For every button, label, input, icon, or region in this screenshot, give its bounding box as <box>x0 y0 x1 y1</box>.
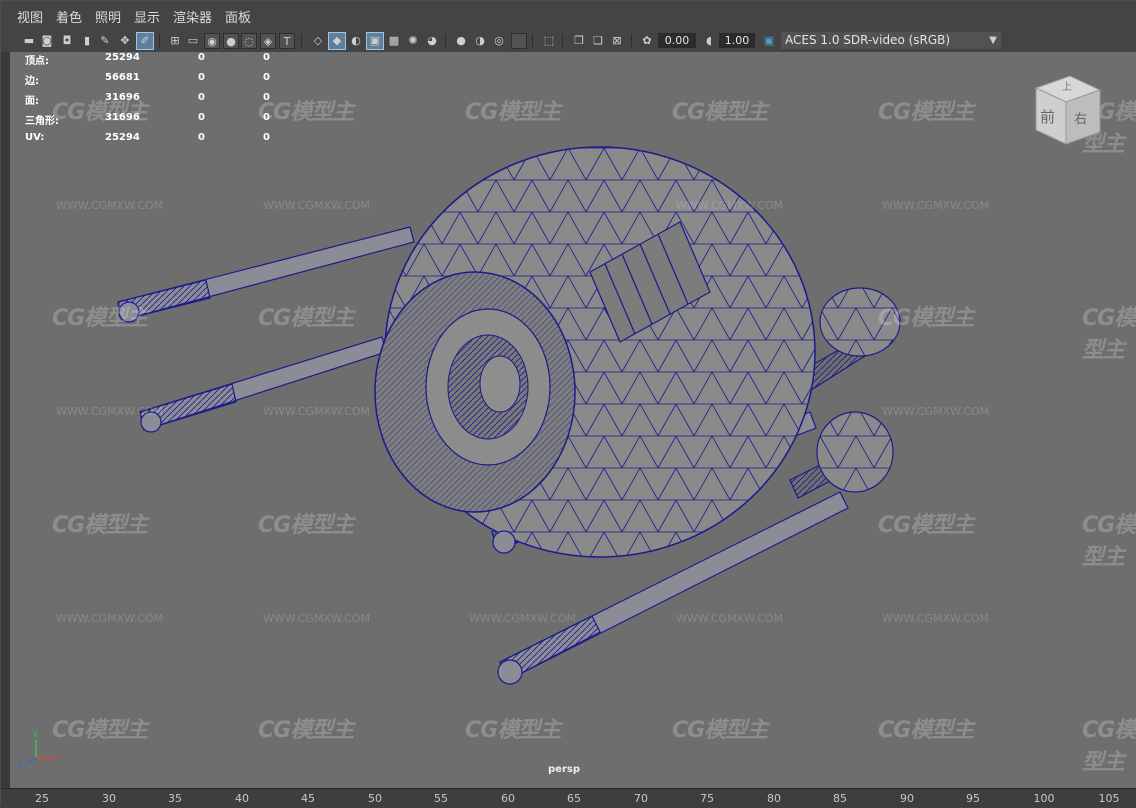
menu-view[interactable]: 视图 <box>17 7 43 26</box>
safe-action-icon[interactable]: ◈ <box>260 33 276 49</box>
perspective-viewport[interactable]: CG模型主 CG模型主 CG模型主 CG模型主 CG模型主 CG模型主 WWW.… <box>10 52 1136 788</box>
chevron-down-icon: ▼ <box>989 35 997 46</box>
textured-icon[interactable]: ◐ <box>348 33 364 49</box>
timeline-tick: 70 <box>634 792 648 805</box>
panel-toolbar: ▬ ◙ ◘ ▮ ✎ ✥ ✐ ⊞ ▭ ◉ ● ◌ ◈ T ◇ ◆ ◐ ▣ ▩ ✺ … <box>1 30 1136 53</box>
timeline-tick: 50 <box>368 792 382 805</box>
menu-shading[interactable]: 着色 <box>56 7 82 26</box>
timeline-tick: 60 <box>501 792 515 805</box>
timeline-ruler[interactable]: 25 30 35 40 45 50 55 60 65 70 75 80 85 9… <box>1 788 1136 808</box>
ambient-occlusion-icon[interactable]: ● <box>453 33 469 49</box>
timeline-tick: 45 <box>301 792 315 805</box>
timeline-tick: 105 <box>1098 792 1120 805</box>
exposure-field[interactable]: 0.00 <box>658 33 696 48</box>
camera-icon[interactable]: ▬ <box>21 33 37 49</box>
grid-icon[interactable]: ⊞ <box>167 33 183 49</box>
shadows-icon[interactable]: ◕ <box>424 33 440 49</box>
timeline-tick: 75 <box>700 792 714 805</box>
color-space-value: ACES 1.0 SDR-video (sRGB) <box>785 33 951 47</box>
timeline-tick: 25 <box>35 792 49 805</box>
bookmark-icon[interactable]: ▮ <box>79 33 95 49</box>
axis-x-label: x <box>55 752 60 761</box>
depth-of-field-icon[interactable] <box>511 33 527 49</box>
panel-menubar: 视图 着色 照明 显示 渲染器 面板 <box>1 1 1136 30</box>
isolate-select-icon[interactable]: ⬚ <box>541 33 557 49</box>
antialiasing-icon[interactable]: ◎ <box>491 33 507 49</box>
menu-lighting[interactable]: 照明 <box>95 7 121 26</box>
safe-title-icon[interactable]: T <box>279 33 295 49</box>
timeline-tick: 35 <box>168 792 182 805</box>
motion-blur-icon[interactable]: ◑ <box>472 33 488 49</box>
timeline-tick: 85 <box>833 792 847 805</box>
axis-y-label: y <box>33 729 38 738</box>
menu-panels[interactable]: 面板 <box>225 7 251 26</box>
gamma-icon[interactable]: ◖ <box>701 33 717 49</box>
wireframe-on-shaded-icon[interactable]: ▣ <box>366 32 384 50</box>
exposure-icon[interactable]: ✿ <box>639 33 655 49</box>
camera-name-label: persp <box>548 764 580 775</box>
wireframe-icon[interactable]: ◇ <box>310 33 326 49</box>
camera-attributes-icon[interactable]: ◙ <box>39 33 55 49</box>
select-tool-icon[interactable]: ✥ <box>117 33 133 49</box>
grease-pencil-icon[interactable]: ✐ <box>136 32 154 50</box>
field-chart-icon[interactable]: ◌ <box>241 33 257 49</box>
color-management-icon[interactable]: ▣ <box>761 33 777 49</box>
timeline-tick: 80 <box>767 792 781 805</box>
lighting-icon[interactable]: ✺ <box>405 33 421 49</box>
xray-components-icon[interactable]: ⊠ <box>609 33 625 49</box>
camera-lock-icon[interactable]: ◘ <box>59 33 75 49</box>
maya-viewport-panel: 视图 着色 照明 显示 渲染器 面板 ▬ ◙ ◘ ▮ ✎ ✥ ✐ ⊞ ▭ ◉ ●… <box>0 0 1136 808</box>
timeline-tick: 30 <box>102 792 116 805</box>
axis-gizmo <box>25 740 54 765</box>
timeline-tick: 65 <box>567 792 581 805</box>
gate-mask-icon[interactable]: ● <box>223 33 239 49</box>
axis-z-label: z <box>18 760 23 769</box>
color-space-select[interactable]: ACES 1.0 SDR-video (sRGB) ▼ <box>781 32 1001 49</box>
menu-show[interactable]: 显示 <box>134 7 160 26</box>
xray-icon[interactable]: ▩ <box>386 33 402 49</box>
timeline-tick: 55 <box>434 792 448 805</box>
xray-joints-icon[interactable]: ❏ <box>590 33 606 49</box>
timeline-tick: 95 <box>966 792 980 805</box>
film-gate-icon[interactable]: ▭ <box>185 33 201 49</box>
resolution-gate-icon[interactable]: ◉ <box>204 33 220 49</box>
timeline-tick: 40 <box>235 792 249 805</box>
menu-renderer[interactable]: 渲染器 <box>173 7 212 26</box>
highlight-icon[interactable]: ❐ <box>571 33 587 49</box>
smooth-shade-icon[interactable]: ◆ <box>328 32 346 50</box>
timeline-tick: 90 <box>900 792 914 805</box>
image-plane-icon[interactable]: ✎ <box>97 33 113 49</box>
timeline-tick: 100 <box>1033 792 1055 805</box>
gamma-field[interactable]: 1.00 <box>719 33 755 48</box>
